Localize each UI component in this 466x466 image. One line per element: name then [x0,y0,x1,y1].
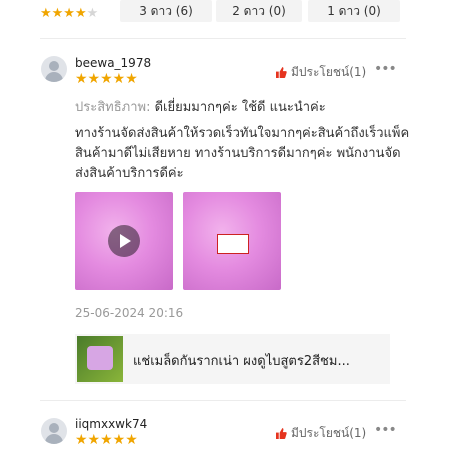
product-label-sticker [217,234,249,254]
filter-1-star[interactable]: 1 ดาว (0) [308,0,400,22]
filter-2-star[interactable]: 2 ดาว (0) [216,0,302,22]
performance-label: ประสิทธิภาพ: [75,100,151,115]
review-username[interactable]: iiqmxxwk74 [75,417,147,431]
helpful-button[interactable]: มีประโยชน์(1) [276,424,366,443]
filter-3-star[interactable]: 3 ดาว (6) [120,0,212,22]
divider [40,400,406,401]
review-video-thumbnail[interactable] [75,192,173,290]
product-card[interactable]: แช่เมล็ดกันรากเน่า ผงดูไบสูตร2สีชม... [75,334,390,384]
product-name: แช่เมล็ดกันรากเน่า ผงดูไบสูตร2สีชม... [133,354,350,369]
more-options-icon[interactable]: ••• [374,61,397,77]
product-thumbnail [77,336,123,382]
helpful-count: มีประโยชน์(1) [291,426,367,440]
review-rating-stars: ★★★★★ [75,71,138,87]
review-rating-stars: ★★★★★ [75,432,138,448]
review-performance: ประสิทธิภาพ: ดีเยี่ยมมากๆค่ะ ใช้ดี แนะนำ… [75,98,410,118]
thumbs-up-icon [276,67,287,78]
helpful-count: มีประโยชน์(1) [291,65,367,79]
review-photo-thumbnail[interactable] [183,192,281,290]
helpful-button[interactable]: มีประโยชน์(1) [276,63,366,82]
review-date: 25-06-2024 20:16 [75,306,184,320]
review-username[interactable]: beewa_1978 [75,56,151,70]
review-body: ทางร้านจัดส่งสินค้าให้รวดเร็วทันใจมากๆค่… [75,126,410,181]
play-icon [108,225,140,257]
more-options-icon[interactable]: ••• [374,422,397,438]
divider [40,38,406,39]
performance-value: ดีเยี่ยมมากๆค่ะ ใช้ดี แนะนำค่ะ [150,100,326,115]
avatar[interactable] [41,418,67,444]
avatar[interactable] [41,56,67,82]
thumbs-up-icon [276,428,287,439]
rating-summary-stars: ★★★★★ [40,6,99,21]
